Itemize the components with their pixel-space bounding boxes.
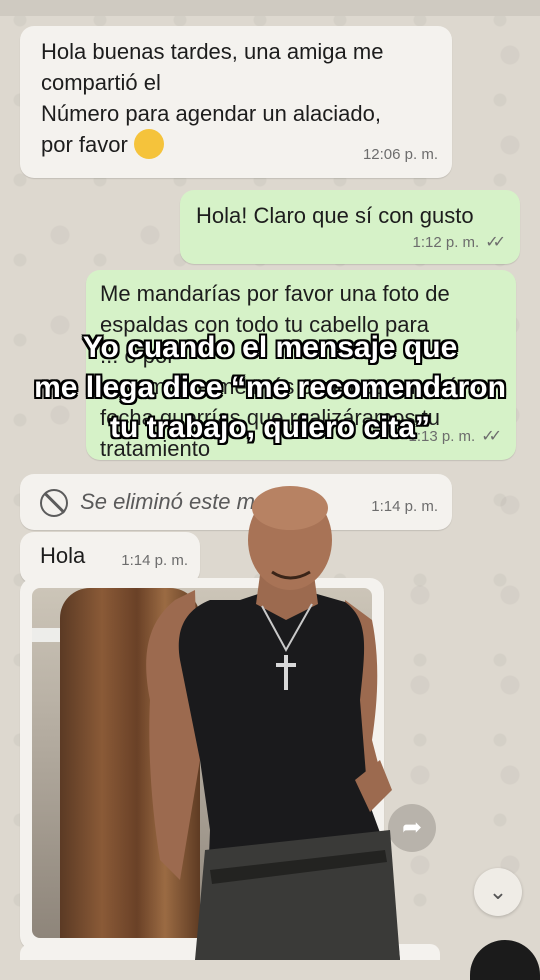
message-time: 1:12 p. m. xyxy=(412,234,480,251)
meme-caption-line-1: Yo cuando el mensaje que xyxy=(82,331,458,364)
hair-photo[interactable] xyxy=(32,588,372,938)
long-hair xyxy=(60,588,200,938)
message-text: Hola! Claro que sí con gusto xyxy=(196,203,474,228)
incoming-message-bubble[interactable]: Hola 1:14 p. m. xyxy=(20,532,200,584)
message-text: Hola xyxy=(40,543,86,568)
message-text: Hola buenas tardes, una amiga me compart… xyxy=(41,39,384,157)
message-time: 12:06 p. m. xyxy=(362,146,438,163)
meme-caption-line-3: tu trabajo, quiero cita” xyxy=(109,411,431,444)
outgoing-message-bubble[interactable]: Hola! Claro que sí con gusto 1:12 p. m. ✓… xyxy=(180,190,520,264)
deleted-message-bubble[interactable]: Se eliminó este mensaje. 1:14 p. m. xyxy=(20,474,452,530)
message-time: 1:14 p. m. xyxy=(371,498,438,515)
message-time: 1:14 p. m. xyxy=(121,552,188,569)
next-message-edge xyxy=(20,944,440,960)
previous-message-edge xyxy=(0,0,540,16)
message-time-row: 1:12 p. m. ✓✓ xyxy=(412,227,506,258)
incoming-message-bubble[interactable]: Hola buenas tardes, una amiga me compart… xyxy=(20,26,452,178)
double-chevron-down-icon[interactable]: ⌄ xyxy=(474,868,522,916)
deleted-message-icon xyxy=(40,489,68,518)
deleted-message-text: Se eliminó este mensaje. xyxy=(80,489,326,514)
smiling-face-emoji xyxy=(133,129,164,160)
read-receipt-icon: ✓✓ xyxy=(485,234,506,251)
forward-icon[interactable]: ➦ xyxy=(388,804,436,852)
meme-caption-line-2: me llega dice “me recomendaron xyxy=(34,371,506,404)
